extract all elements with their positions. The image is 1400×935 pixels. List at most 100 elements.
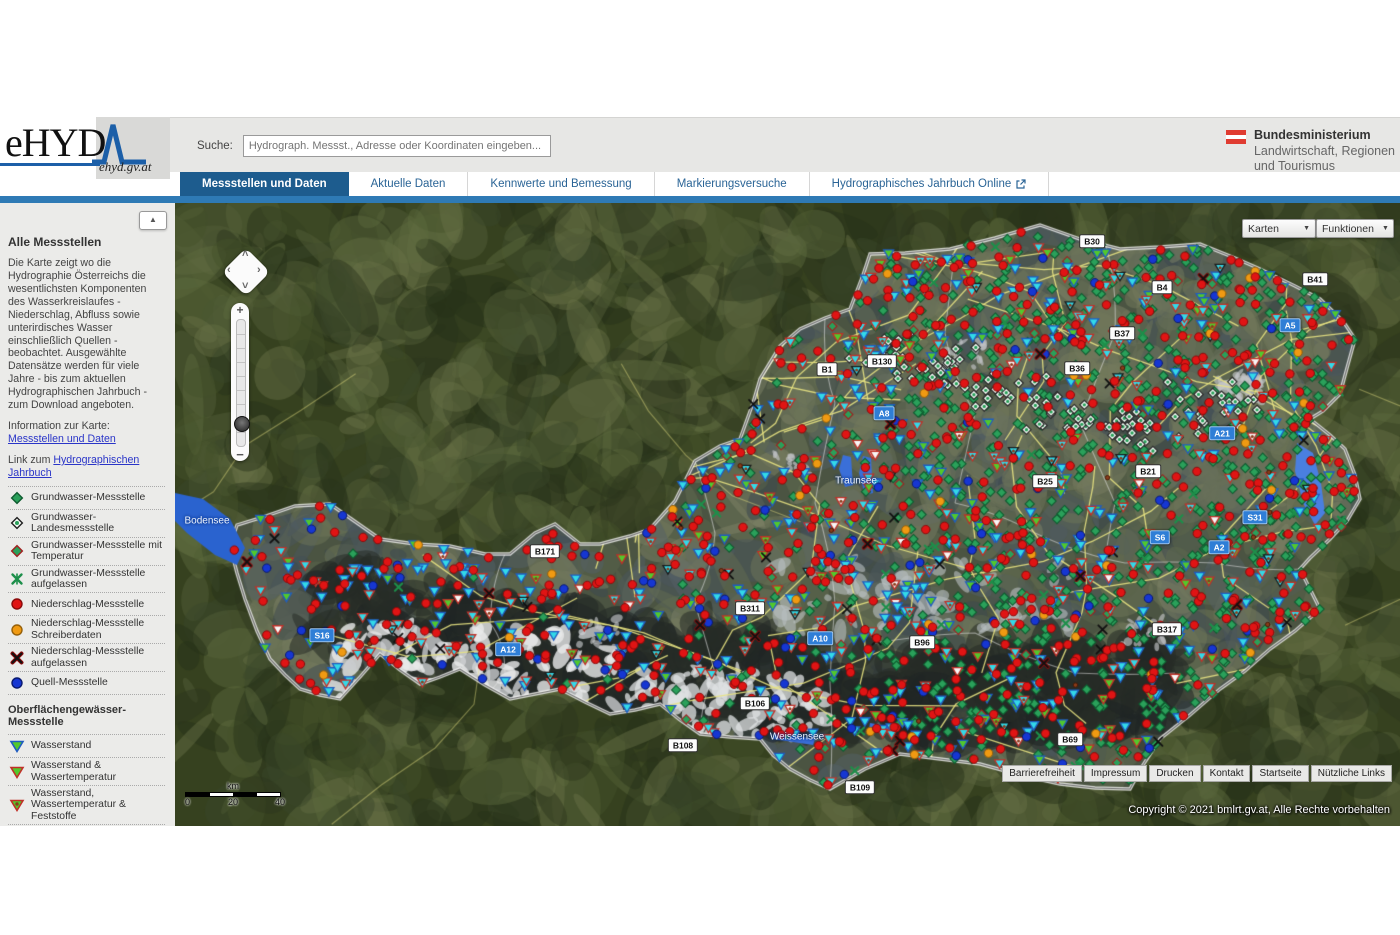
zoom-in-button[interactable]: + <box>231 303 249 317</box>
road-shield-b37: B37 <box>1109 326 1135 340</box>
austria-flag-icon <box>1226 130 1246 144</box>
footer-link-n-tzliche-links[interactable]: Nützliche Links <box>1311 765 1392 782</box>
legend-label: Grundwasser-Messstelle <box>31 492 145 503</box>
map-zoom-slider[interactable]: + − <box>231 303 249 461</box>
road-shield-b171: B171 <box>530 544 560 558</box>
zoom-track[interactable] <box>236 319 246 447</box>
road-shield-b21: B21 <box>1135 464 1161 478</box>
jahrbuch-paragraph: Link zum Hydrographischen Jahrbuch <box>8 454 165 480</box>
road-shield-b130: B130 <box>867 354 897 368</box>
legend-item-ns: Niederschlag-Messstelle <box>8 593 165 616</box>
scale-tick: 20 <box>228 797 238 807</box>
legend-label: Niederschlag-Messstelle aufgelassen <box>31 646 165 669</box>
tab-bar: Messstellen und Daten Aktuelle DatenKennw… <box>180 172 1049 196</box>
ministry-line2: Landwirtschaft, Regionen <box>1254 144 1395 160</box>
legend-label: Niederschlag-Messstelle Schreiberdaten <box>31 618 165 641</box>
road-shield-b109: B109 <box>845 780 875 794</box>
pan-left-icon[interactable]: ‹ <box>227 264 231 276</box>
footer-link-barrierefreiheit[interactable]: Barrierefreiheit <box>1002 765 1082 782</box>
legend-item-ws-wt-fs: Wasserstand, Wassertemperatur & Feststof… <box>8 786 165 825</box>
content-area: ▲ Alle Messstellen Die Karte zeigt wo di… <box>0 203 1400 826</box>
ws-icon <box>8 737 26 755</box>
ws-wt-fs-icon <box>8 796 26 814</box>
road-shield-b108: B108 <box>668 738 698 752</box>
legend-label: Niederschlag-Messstelle <box>31 599 144 610</box>
ministry-text: Bundesministerium Landwirtschaft, Region… <box>1254 128 1395 175</box>
pan-up-icon[interactable]: ˄ <box>242 248 248 260</box>
legend-item-gw: Grundwasser-Messstelle <box>8 486 165 510</box>
legend-item-ws-wt: Wasserstand & Wassertemperatur <box>8 758 165 786</box>
info-paragraph: Information zur Karte: Messstellen und D… <box>8 420 165 446</box>
funktionen-dropdown-label: Funktionen <box>1322 223 1374 235</box>
logo-domain: ehyd.gv.at <box>99 159 151 175</box>
legend-label: Quell-Messstelle <box>31 677 108 688</box>
tab-kennwerte-und-bemessung[interactable]: Kennwerte und Bemessung <box>468 172 654 196</box>
footer-link-drucken[interactable]: Drucken <box>1149 765 1200 782</box>
funktionen-dropdown[interactable]: Funktionen ▼ <box>1316 219 1394 238</box>
messstellen-daten-link[interactable]: Messstellen und Daten <box>8 433 116 445</box>
footer-link-kontakt[interactable]: Kontakt <box>1203 765 1251 782</box>
map-scalebar: km 0 20 40 <box>185 781 285 808</box>
jahrbuch-prefix: Link zum <box>8 454 53 466</box>
lake-label-bodensee: Bodensee <box>184 516 229 527</box>
legend-item-ns-aufg: Niederschlag-Messstelle aufgelassen <box>8 644 165 672</box>
sidebar-description: Die Karte zeigt wo die Hydrographie Öste… <box>8 257 165 412</box>
road-shield-b106: B106 <box>740 696 770 710</box>
chevron-down-icon: ▼ <box>1303 225 1310 232</box>
footer-link-impressum[interactable]: Impressum <box>1084 765 1147 782</box>
search-input[interactable] <box>243 135 551 157</box>
quell-icon <box>8 674 26 692</box>
site-frame: Suche: Bundesministerium Landwirtschaft,… <box>0 117 1400 826</box>
tab-hydrographisches-jahrbuch-online[interactable]: Hydrographisches Jahrbuch Online <box>810 172 1050 196</box>
tab-bar-row: Messstellen und Daten Aktuelle DatenKennw… <box>0 172 1400 196</box>
map-pan-control[interactable]: ˄ ˅ ‹ › <box>221 247 271 297</box>
lake-label-weissensee: Weissensee <box>770 732 824 743</box>
tab-messstellen-und-daten[interactable]: Messstellen und Daten <box>180 172 349 196</box>
gw-aufg-icon <box>8 570 26 588</box>
legend-item-ns-schreiber: Niederschlag-Messstelle Schreiberdaten <box>8 616 165 644</box>
pan-right-icon[interactable]: › <box>257 264 261 276</box>
gw-icon <box>8 489 26 507</box>
copyright-text: Copyright © 2021 bmlrt.gv.at, Alle Recht… <box>1128 804 1390 816</box>
karten-dropdown[interactable]: Karten ▼ <box>1242 219 1316 238</box>
ministry-line1: Bundesministerium <box>1254 128 1395 144</box>
zoom-out-button[interactable]: − <box>231 447 249 462</box>
zoom-knob[interactable] <box>234 416 250 432</box>
ns-aufg-icon <box>8 649 26 667</box>
scale-unit: km <box>185 781 281 791</box>
ministry-block: Bundesministerium Landwirtschaft, Region… <box>1226 128 1395 175</box>
sidebar-collapse-button[interactable]: ▲ <box>139 211 167 230</box>
road-shield-a10: A10 <box>807 631 833 645</box>
pan-down-icon[interactable]: ˅ <box>242 280 248 292</box>
tab-aktuelle-daten[interactable]: Aktuelle Daten <box>349 172 469 196</box>
logo-title: eHYD <box>5 119 105 166</box>
legend-item-quell: Quell-Messstelle <box>8 672 165 695</box>
tab-label: Messstellen und Daten <box>202 178 327 190</box>
tab-label: Markierungsversuche <box>677 178 787 190</box>
ns-schreiber-icon <box>8 621 26 639</box>
road-shield-b30: B30 <box>1079 234 1105 248</box>
scale-tick: 0 <box>185 797 190 807</box>
footer-link-startseite[interactable]: Startseite <box>1252 765 1308 782</box>
map-viewport[interactable]: B30B4B41A5B37B130B1B36A8A21B25B21S31S6A2… <box>175 203 1400 826</box>
legend-sidebar: ▲ Alle Messstellen Die Karte zeigt wo di… <box>0 203 175 826</box>
road-shield-b4: B4 <box>1152 280 1173 294</box>
scale-numbers: 0 20 40 <box>185 797 289 808</box>
gw-temp-icon <box>8 542 26 560</box>
legend-item-gw-temp: Grundwasser-Messstelle mit Temperatur <box>8 538 165 566</box>
legend-item-gw-aufg: Grundwasser-Messstelle aufgelassen <box>8 566 165 594</box>
ns-icon <box>8 595 26 613</box>
gw-landes-icon <box>8 514 26 532</box>
lake-label-traunsee: Traunsee <box>835 476 877 487</box>
legend-groundwater: Grundwasser-MessstelleGrundwasser-Landes… <box>8 486 165 695</box>
ehyd-logo[interactable]: eHYD ehyd.gv.at <box>0 117 170 179</box>
legend-surface: WasserstandWasserstand & Wassertemperatu… <box>8 734 165 826</box>
legend-label: Wasserstand, Wassertemperatur & Feststof… <box>31 788 165 822</box>
header: Suche: Bundesministerium Landwirtschaft,… <box>0 117 1400 173</box>
road-shield-s6: S6 <box>1150 530 1170 544</box>
tab-markierungsversuche[interactable]: Markierungsversuche <box>655 172 810 196</box>
tab-label: Hydrographisches Jahrbuch Online <box>832 178 1012 190</box>
info-prefix: Information zur Karte: <box>8 420 110 432</box>
road-shield-b25: B25 <box>1032 474 1058 488</box>
scale-tick: 40 <box>275 797 285 807</box>
